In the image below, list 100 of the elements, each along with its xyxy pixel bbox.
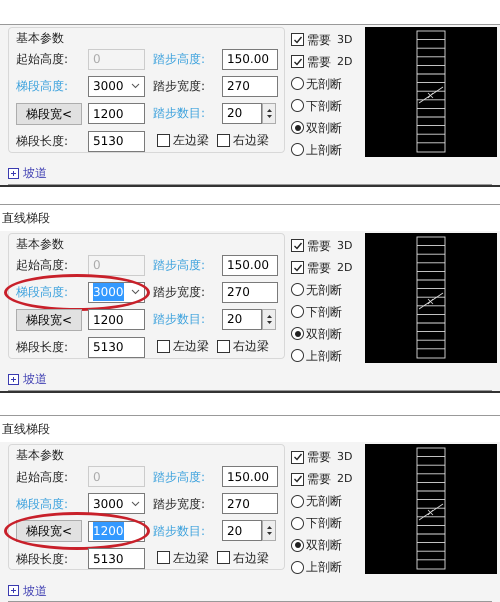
radio-button[interactable] [291,349,304,362]
field-label: 起始高度: [16,257,70,274]
view-tag: 2D [337,260,352,276]
input-field[interactable]: 5130 [88,130,145,152]
input-field[interactable]: 5130 [88,548,145,570]
checkbox-label: 需要 [307,471,331,488]
panel-title: 直线梯段 [0,416,500,442]
dropdown-field[interactable]: 3000 [88,76,145,97]
field-label: 起始高度: [16,468,70,486]
radio-button[interactable] [291,516,304,530]
input-field[interactable]: 270 [222,76,278,97]
down-arrow-icon [266,532,272,536]
radio-button[interactable] [291,143,304,156]
radio-label: 上剖断 [306,559,342,576]
section-link[interactable]: 坡道 [23,582,47,600]
expand-icon[interactable] [8,585,19,596]
down-arrow-icon [266,114,272,118]
expand-icon[interactable] [8,168,19,179]
checkbox-label: 左边梁 [173,338,209,356]
input-field[interactable]: 20 [222,520,262,542]
section-link[interactable]: 坡道 [23,370,47,388]
input-field[interactable]: 1200 [88,309,145,330]
checkbox[interactable] [291,450,304,464]
panel-title: 直线梯段 [0,204,500,231]
radio-button[interactable] [291,283,304,296]
field-label: 梯段长度: [16,339,70,356]
radio-button[interactable] [291,99,304,112]
input-field[interactable]: 150.00 [222,466,278,488]
checkbox[interactable] [291,33,304,46]
radio-button[interactable] [291,538,304,552]
input-field[interactable]: 20 [222,308,262,330]
checkbox[interactable] [217,134,230,147]
input-field[interactable]: 270 [222,282,278,303]
field-label: 起始高度: [16,51,70,68]
field-label: 踏步数目: [153,311,206,328]
radio-label: 上剖断 [306,348,342,365]
view-tag: 2D [337,470,352,488]
input-field[interactable]: 270 [222,493,278,514]
radio-button[interactable] [291,77,304,90]
down-arrow-icon [266,320,272,324]
radio-button[interactable] [291,560,304,574]
checkbox-label: 需要 [307,32,331,49]
checkbox-label: 左边梁 [173,550,209,567]
input-field[interactable]: 5130 [88,336,145,358]
checkbox-label: 右边梁 [233,338,269,356]
group-title: 基本参数 [16,30,65,46]
spin-button[interactable] [262,308,276,330]
up-arrow-icon [266,108,272,112]
field-label: 踏步数目: [153,522,206,540]
radio-label: 上剖断 [306,142,342,159]
group-title: 基本参数 [16,447,65,464]
checkbox-label: 右边梁 [233,550,269,567]
checkbox[interactable] [217,551,230,564]
input-field[interactable]: 150.00 [222,254,278,276]
expand-icon[interactable] [8,374,19,385]
field-label: 梯段高度: [16,284,70,302]
up-arrow-icon [266,526,272,530]
field-label: 踏步高度: [153,51,206,68]
section-link[interactable]: 坡道 [23,164,47,182]
spin-button[interactable] [262,102,276,124]
checkbox-label: 需要 [307,54,331,71]
view-tag: 2D [337,54,352,70]
input-field[interactable]: 20 [222,102,262,124]
checkbox-label: 右边梁 [233,132,269,150]
field-label: 踏步高度: [153,257,206,274]
input-field[interactable]: 1200 [88,103,145,124]
checkbox[interactable] [217,340,230,353]
radio-button[interactable] [291,494,304,508]
checkbox[interactable] [291,261,304,274]
checkbox[interactable] [157,340,170,353]
view-tag: 3D [337,32,352,48]
checkbox[interactable] [291,239,304,252]
checkbox[interactable] [157,551,170,564]
radio-button[interactable] [291,305,304,318]
field-label: 踏步宽度: [153,78,206,96]
group-title: 基本参数 [16,236,65,252]
field-label: 梯段长度: [16,133,70,150]
radio-label: 无剖断 [306,493,342,510]
radio-label: 下剖断 [306,515,342,532]
field-label: 踏步数目: [153,105,206,122]
pick-width-button[interactable]: 梯段宽< [16,308,82,331]
checkbox[interactable] [291,472,304,486]
pick-width-button[interactable]: 梯段宽< [16,102,82,125]
field-label: 踏步宽度: [153,284,206,302]
chevron-down-icon [131,289,140,296]
field-label: 梯段高度: [16,78,70,96]
pick-width-button[interactable]: 梯段宽< [16,520,82,542]
checkbox-label: 需要 [307,238,331,255]
spin-button[interactable] [262,520,276,542]
checkbox-label: 需要 [307,260,331,277]
checkbox[interactable] [157,134,170,147]
input-field[interactable]: 150.00 [222,48,278,70]
checkbox[interactable] [291,55,304,68]
radio-label: 无剖断 [306,282,342,299]
radio-label: 双剖断 [306,537,342,554]
dropdown-field[interactable]: 3000 [88,493,145,514]
chevron-down-icon [131,500,140,507]
field-label: 梯段长度: [16,550,70,568]
radio-button[interactable] [291,121,304,134]
radio-button[interactable] [291,327,304,340]
